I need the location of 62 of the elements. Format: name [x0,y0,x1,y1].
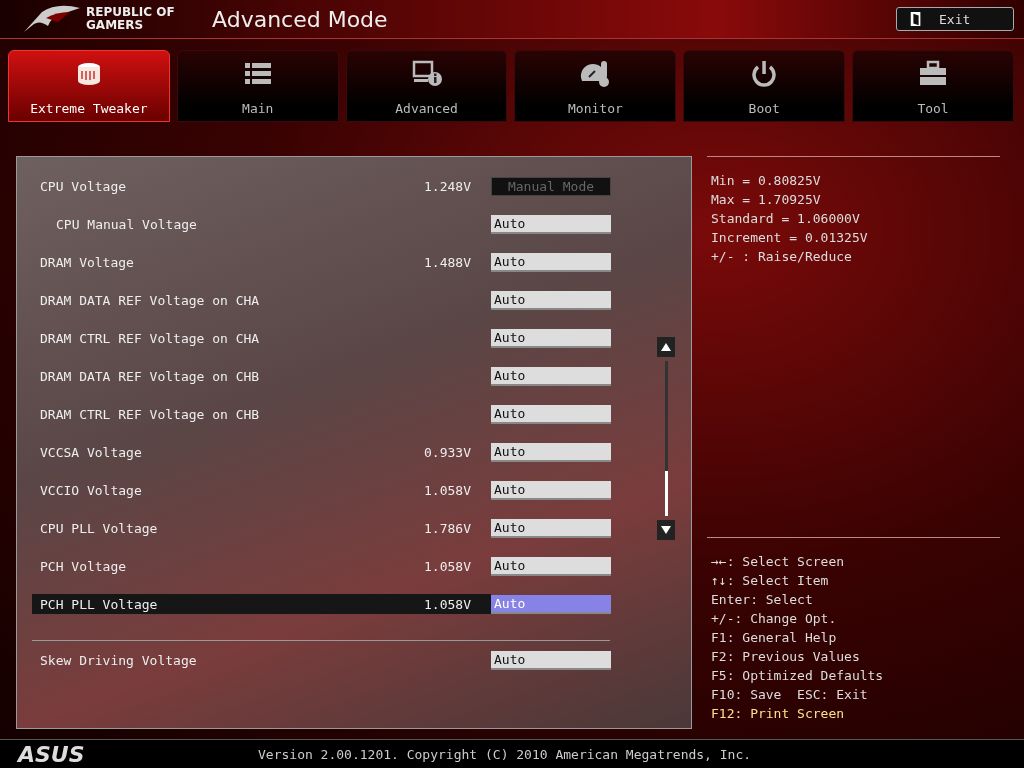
value-field[interactable]: Auto [491,404,611,424]
value-field[interactable]: Auto [491,252,611,272]
tab[interactable]: Main [176,50,339,122]
reading-value: 1.058V [424,558,471,574]
setting-label[interactable]: VCCIO Voltage [40,480,252,500]
value-field[interactable]: Auto [491,518,611,538]
info-text: Min = 0.80825V [711,172,822,190]
key-help-text: Enter: Select [711,591,814,609]
tab[interactable]: Advanced [345,50,508,122]
info-text: Standard = 1.06000V [711,210,861,228]
brand-logo: ASUS [18,741,86,767]
reading-value: 1.786V [424,520,471,536]
exit-button[interactable]: Exit [896,7,1014,31]
setting-label[interactable]: DRAM Voltage [40,252,252,272]
setting-label[interactable]: DRAM CTRL REF Voltage on CHB [40,404,260,424]
setting-label[interactable]: PCH PLL Voltage [32,594,252,614]
reading-value: 1.248V [424,178,471,194]
value-field[interactable]: Auto [491,290,611,310]
setting-label[interactable]: VCCSA Voltage [40,442,252,462]
setting-label[interactable]: DRAM DATA REF Voltage on CHB [40,366,260,386]
scroll-up-icon[interactable] [657,337,675,357]
tab[interactable]: Boot [683,50,846,122]
value-field[interactable]: Auto [491,480,611,500]
value-field[interactable]: Auto [491,650,611,670]
version-text: Version 2.00.1201. Copyright (C) 2010 American Megatrends, Inc. [258,746,752,762]
scroll-down-icon[interactable] [657,520,675,540]
door-icon [909,11,923,27]
reading-value: 1.058V [424,482,471,498]
info-text: Max = 1.70925V [711,191,822,209]
monitor-info-icon [410,59,443,87]
tab[interactable]: Tool [852,50,1014,122]
setting-label[interactable]: DRAM CTRL REF Voltage on CHA [40,328,260,348]
value-field[interactable]: Auto [491,214,611,234]
info-text: Increment = 0.01325V [711,229,869,247]
value-field[interactable]: Auto [491,556,611,576]
reading-value: 1.058V [424,596,471,612]
key-help-text: F12: Print Screen [711,705,846,723]
scrollbar[interactable] [657,337,675,540]
key-help-text: →←: Select Screen [711,553,846,571]
setting-label[interactable]: DRAM DATA REF Voltage on CHA [40,290,260,310]
key-help-text: F2: Previous Values [711,648,861,666]
setting-label[interactable]: Skew Driving Voltage [40,650,252,670]
tab[interactable]: Monitor [514,50,677,122]
key-help-text: +/-: Change Opt. [711,610,838,628]
brand-text: REPUBLIC OF [86,6,175,19]
page-title: Advanced Mode [212,6,389,32]
setting-label[interactable]: PCH Voltage [40,556,252,576]
setting-label[interactable]: CPU Voltage [40,176,252,196]
setting-label[interactable]: CPU Manual Voltage [40,214,252,234]
brand-text: GAMERS [86,19,145,32]
value-field[interactable]: Auto [491,442,611,462]
info-text: +/- : Raise/Reduce [711,248,853,266]
key-help-text: F5: Optimized Defaults [711,667,885,685]
value-field[interactable]: Auto [491,328,611,348]
key-help-text: F10: Save ESC: Exit [711,686,869,704]
reading-value: 1.488V [424,254,471,270]
tab[interactable]: Extreme Tweaker [8,50,170,122]
key-help-text: ↑↓: Select Item [711,572,830,590]
reading-value: 0.933V [424,444,471,460]
key-help-text: F1: General Help [711,629,838,647]
value-field[interactable]: Auto [491,366,611,386]
setting-label[interactable]: CPU PLL Voltage [40,518,252,538]
